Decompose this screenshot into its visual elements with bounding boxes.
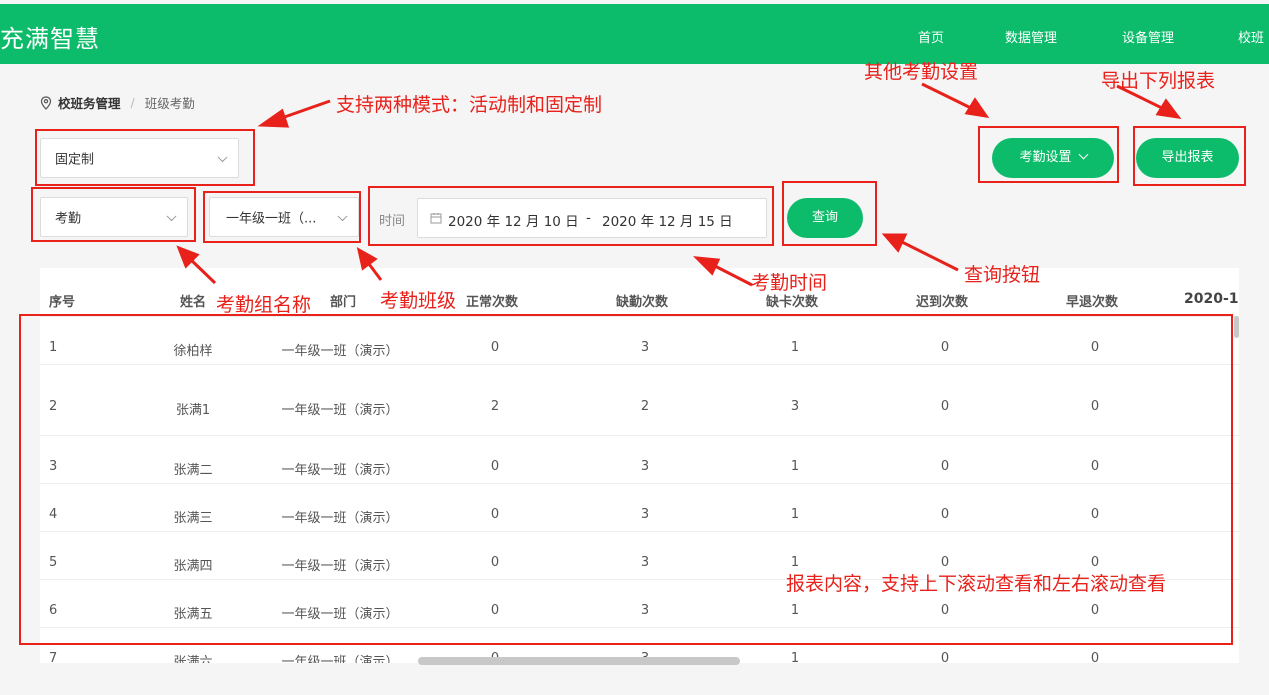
annotation-class: 考勤班级 — [380, 290, 457, 312]
annotation-modes: 支持两种模式：活动制和固定制 — [336, 94, 603, 116]
annotation-report: 报表内容，支持上下滚动查看和左右滚动查看 — [786, 573, 1167, 595]
annotation-query: 查询按钮 — [964, 264, 1041, 286]
annotation-export: 导出下列报表 — [1101, 70, 1216, 92]
annotation-time: 考勤时间 — [751, 272, 828, 294]
annotation-group: 考勤组名称 — [216, 294, 312, 316]
annotation-settings: 其他考勤设置 — [864, 61, 979, 83]
